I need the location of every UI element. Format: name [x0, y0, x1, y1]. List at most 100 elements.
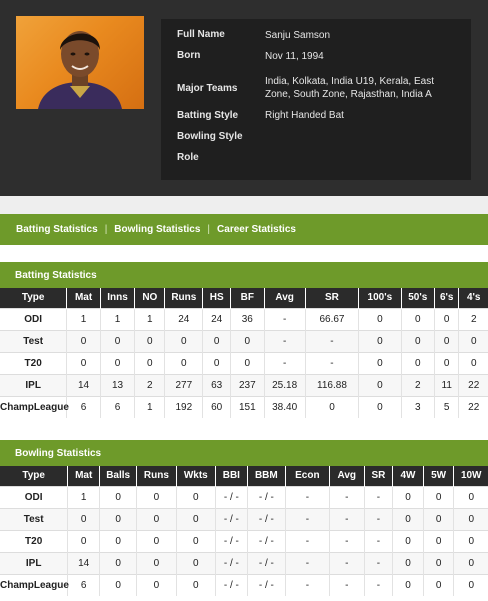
- col-header: 6's: [433, 288, 459, 308]
- col-header: Mat: [66, 288, 101, 308]
- table-cell: 0: [66, 351, 101, 374]
- table-cell: ChampLeague: [0, 395, 69, 418]
- table-cell: -: [284, 573, 330, 596]
- table-cell: - / -: [246, 485, 286, 508]
- table-cell: 22: [458, 373, 488, 396]
- table-cell: - / -: [246, 507, 286, 530]
- nav-separator: |: [207, 224, 211, 235]
- player-info-panel: Full Name Sanju Samson Born Nov 11, 1994…: [161, 19, 471, 180]
- full-name-value: Sanju Samson: [265, 30, 331, 41]
- table-cell: 11: [433, 373, 459, 396]
- table-cell: - / -: [214, 485, 248, 508]
- table-cell: 0: [175, 529, 216, 552]
- table-cell: - / -: [214, 529, 248, 552]
- col-header: Balls: [99, 466, 137, 486]
- table-cell: 0: [453, 551, 488, 574]
- col-header: 4's: [458, 288, 488, 308]
- col-header: HS: [202, 288, 231, 308]
- col-header: Runs: [164, 288, 203, 308]
- table-cell: 0: [164, 351, 203, 374]
- table-row: T20 0 0 0 0 - / - - / - - - - 0 0 0: [0, 529, 488, 552]
- table-cell: IPL: [0, 551, 68, 574]
- table-cell: 24: [164, 307, 203, 330]
- col-header: 100's: [358, 288, 402, 308]
- table-cell: 1: [134, 395, 165, 418]
- table-cell: -: [328, 551, 365, 574]
- table-cell: 0: [422, 573, 454, 596]
- batting-style-value: Right Handed Bat: [265, 110, 344, 121]
- table-cell: 5: [433, 395, 459, 418]
- table-cell: 0: [453, 485, 488, 508]
- batting-statistics-section: Batting Statistics Type Mat Inns NO Runs…: [0, 262, 488, 418]
- table-cell: - / -: [214, 551, 248, 574]
- table-cell: 0: [358, 373, 402, 396]
- role-label: Role: [177, 152, 199, 163]
- table-cell: IPL: [0, 373, 67, 396]
- bowling-statistics-section: Bowling Statistics Type Mat Balls Runs W…: [0, 440, 488, 596]
- table-cell: 0: [358, 351, 402, 374]
- table-cell: 0: [453, 573, 488, 596]
- table-cell: 1: [66, 307, 101, 330]
- batting-statistics-title: Batting Statistics: [0, 262, 488, 288]
- table-cell: 0: [304, 395, 359, 418]
- table-cell: 6: [67, 573, 100, 596]
- table-cell: - / -: [214, 573, 248, 596]
- table-cell: 0: [136, 573, 177, 596]
- table-cell: 0: [453, 529, 488, 552]
- table-cell: 0: [99, 551, 137, 574]
- col-header: Mat: [67, 466, 100, 486]
- nav-career-statistics-link[interactable]: Career Statistics: [217, 224, 296, 235]
- major-teams-row: Major Teams India, Kolkata, India U19, K…: [177, 71, 459, 105]
- table-cell: 0: [358, 329, 402, 352]
- table-cell: 0: [392, 485, 424, 508]
- table-cell: 0: [458, 351, 488, 374]
- table-cell: 0: [99, 329, 135, 352]
- table-cell: 14: [67, 551, 100, 574]
- table-cell: 1: [67, 485, 100, 508]
- table-cell: 0: [175, 573, 216, 596]
- table-cell: 192: [164, 395, 203, 418]
- table-cell: 0: [136, 551, 177, 574]
- bowling-header-row: Type Mat Balls Runs Wkts BBI BBM Econ Av…: [0, 466, 488, 486]
- col-header: 4W: [392, 466, 424, 486]
- nav-bowling-statistics-link[interactable]: Bowling Statistics: [114, 224, 200, 235]
- table-cell: 63: [202, 373, 231, 396]
- table-cell: - / -: [246, 551, 286, 574]
- table-cell: 0: [136, 485, 177, 508]
- major-teams-value: India, Kolkata, India U19, Kerala, East …: [265, 76, 434, 100]
- table-cell: 0: [422, 551, 454, 574]
- table-cell: 6: [66, 395, 101, 418]
- table-cell: 0: [422, 485, 454, 508]
- table-cell: -: [284, 529, 330, 552]
- table-cell: 0: [136, 507, 177, 530]
- bowling-style-label: Bowling Style: [177, 131, 243, 142]
- col-header: Type: [0, 466, 68, 486]
- table-cell: Test: [0, 329, 67, 352]
- table-cell: 2: [458, 307, 488, 330]
- col-header: Type: [0, 288, 67, 308]
- nav-batting-statistics-link[interactable]: Batting Statistics: [16, 224, 98, 235]
- table-cell: -: [284, 485, 330, 508]
- table-cell: 0: [134, 351, 165, 374]
- table-cell: 0: [453, 507, 488, 530]
- table-row: Test 0 0 0 0 - / - - / - - - - 0 0 0: [0, 507, 488, 530]
- table-cell: 0: [99, 573, 137, 596]
- separator-strip: [0, 196, 488, 214]
- table-cell: - / -: [214, 507, 248, 530]
- table-cell: 0: [66, 329, 101, 352]
- batting-statistics-table: Type Mat Inns NO Runs HS BF Avg SR 100's…: [0, 288, 488, 418]
- table-cell: 1: [134, 307, 165, 330]
- role-row: Role: [177, 147, 459, 168]
- table-cell: 0: [392, 529, 424, 552]
- table-cell: -: [263, 329, 306, 352]
- table-row: Test 0 0 0 0 0 0 - - 0 0 0 0: [0, 329, 488, 352]
- col-header: Inns: [99, 288, 135, 308]
- table-cell: -: [304, 329, 359, 352]
- table-cell: 151: [230, 395, 265, 418]
- table-cell: -: [263, 307, 306, 330]
- col-header: Wkts: [175, 466, 216, 486]
- table-cell: 22: [458, 395, 488, 418]
- table-cell: -: [304, 351, 359, 374]
- table-cell: -: [328, 507, 365, 530]
- table-cell: 3: [400, 395, 435, 418]
